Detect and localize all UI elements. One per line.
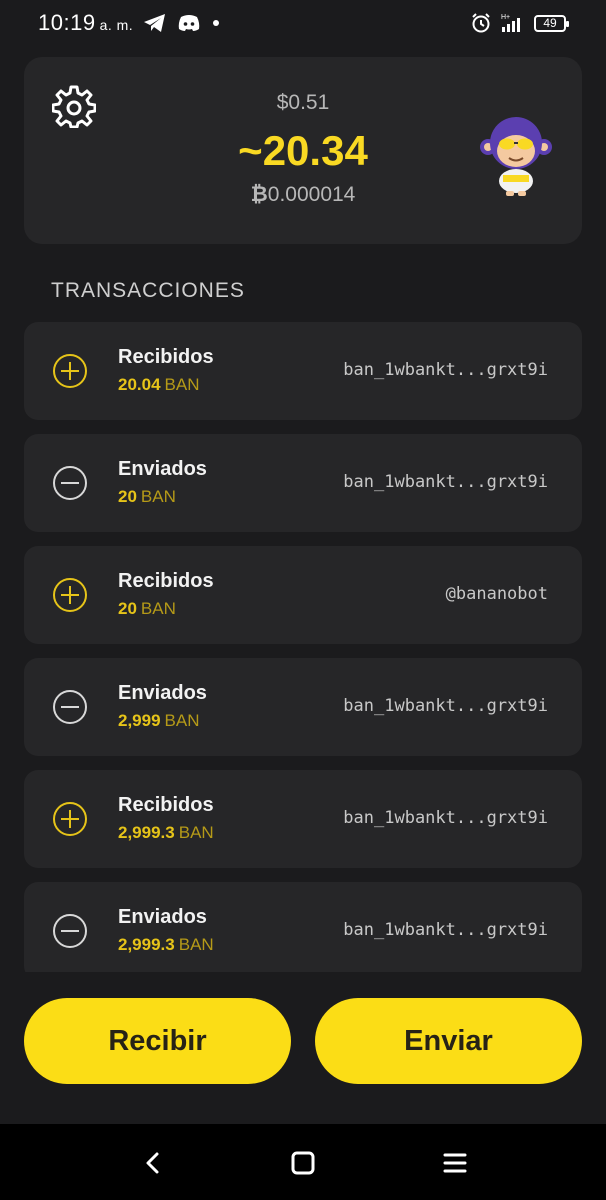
transaction-address: ban_1wbankt...grxt9i <box>343 696 548 716</box>
plus-circle-icon <box>53 578 87 612</box>
svg-text:H+: H+ <box>501 14 510 21</box>
transaction-amount: 20 BAN <box>118 599 176 618</box>
minus-circle-icon <box>53 914 87 948</box>
transaction-type: Recibidos <box>118 570 214 592</box>
transaction-list[interactable]: Recibidos 20.04 BAN ban_1wbankt...grxt9i … <box>24 322 582 972</box>
transaction-item[interactable]: Enviados 2,999 BAN ban_1wbankt...grxt9i <box>24 658 582 756</box>
discord-icon <box>178 15 200 31</box>
transaction-type: Enviados <box>118 906 207 928</box>
transaction-type: Enviados <box>118 682 207 704</box>
transaction-type: Enviados <box>118 458 207 480</box>
dot-icon <box>213 20 220 26</box>
transactions-title: TRANSACCIONES <box>51 279 245 302</box>
plus-circle-icon <box>53 802 87 836</box>
balance-card: $0.51 ~20.34 ₿0.000014 <box>24 57 582 244</box>
transaction-item[interactable]: Recibidos 2,999.3 BAN ban_1wbankt...grxt9… <box>24 770 582 868</box>
minus-circle-icon <box>53 466 87 500</box>
monkey-avatar[interactable] <box>476 111 556 197</box>
btc-amount: 0.000014 <box>267 183 356 206</box>
telegram-icon <box>144 14 166 32</box>
transaction-address: ban_1wbankt...grxt9i <box>343 360 548 380</box>
minus-circle-icon <box>53 690 87 724</box>
transaction-address: @bananobot <box>445 584 548 604</box>
transaction-amount: 20.04 BAN <box>118 375 200 394</box>
battery-icon: 49 <box>534 14 569 32</box>
status-bar: 10:19 a. m. H+ 49 <box>0 0 606 46</box>
btc-symbol: ₿ <box>250 183 268 206</box>
back-icon[interactable] <box>140 1150 166 1176</box>
ban-amount: 20.34 <box>262 127 368 174</box>
transaction-amount: 2,999.3 BAN <box>118 823 214 842</box>
transaction-item[interactable]: Recibidos 20 BAN @bananobot <box>24 546 582 644</box>
transaction-amount: 20 BAN <box>118 487 176 506</box>
transaction-type: Recibidos <box>118 346 214 368</box>
transaction-amount: 2,999.3 BAN <box>118 935 214 954</box>
send-button[interactable]: Enviar <box>315 998 582 1084</box>
transaction-address: ban_1wbankt...grxt9i <box>343 808 548 828</box>
home-icon[interactable] <box>290 1150 316 1176</box>
menu-icon[interactable] <box>442 1150 468 1176</box>
plus-circle-icon <box>53 354 87 388</box>
alarm-icon <box>472 13 490 33</box>
transaction-item[interactable]: Enviados 2,999.3 BAN ban_1wbankt...grxt9i <box>24 882 582 972</box>
transaction-type: Recibidos <box>118 794 214 816</box>
ban-symbol: ~ <box>238 127 263 174</box>
clock: 10:19 a. m. <box>38 10 134 35</box>
signal-icon: H+ <box>501 14 520 32</box>
status-right: H+ 49 <box>470 12 569 34</box>
transaction-address: ban_1wbankt...grxt9i <box>343 920 548 940</box>
transaction-address: ban_1wbankt...grxt9i <box>343 472 548 492</box>
transaction-item[interactable]: Recibidos 20.04 BAN ban_1wbankt...grxt9i <box>24 322 582 420</box>
transaction-item[interactable]: Enviados 20 BAN ban_1wbankt...grxt9i <box>24 434 582 532</box>
navigation-bar <box>0 1124 606 1200</box>
status-left: 10:19 a. m. <box>38 10 221 36</box>
receive-button[interactable]: Recibir <box>24 998 291 1084</box>
transaction-amount: 2,999 BAN <box>118 711 200 730</box>
